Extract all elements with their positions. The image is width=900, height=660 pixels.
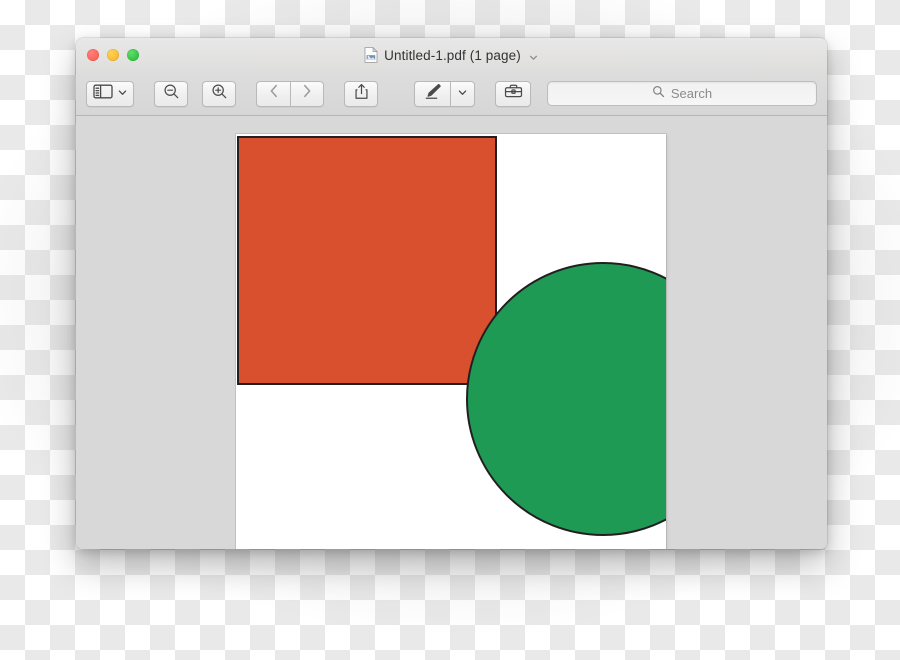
chevron-left-icon xyxy=(268,83,280,104)
maximize-window-button[interactable] xyxy=(127,49,139,61)
search-icon xyxy=(652,85,665,103)
main-toolbar: Search xyxy=(76,72,827,116)
marker-pen-icon xyxy=(423,83,442,105)
zoom-in-button[interactable] xyxy=(202,80,236,107)
pdf-document-icon xyxy=(364,46,379,63)
markup-button[interactable] xyxy=(414,80,450,107)
search-input[interactable]: Search xyxy=(547,81,817,106)
window-title-group: Untitled-1.pdf (1 page) xyxy=(76,38,827,72)
document-content-area[interactable] xyxy=(76,116,827,549)
sidebar-toggle-button[interactable] xyxy=(86,80,134,107)
share-icon xyxy=(354,83,369,105)
title-chevron-down-icon[interactable] xyxy=(528,50,539,61)
next-page-button[interactable] xyxy=(290,80,324,107)
red-square-shape[interactable] xyxy=(237,136,497,385)
close-window-button[interactable] xyxy=(87,49,99,61)
zoom-out-button[interactable] xyxy=(154,80,188,107)
magnifier-plus-icon xyxy=(211,83,228,105)
markup-segmented-control xyxy=(414,80,475,107)
minimize-window-button[interactable] xyxy=(107,49,119,61)
toolbox-icon xyxy=(504,83,523,104)
magnifier-minus-icon xyxy=(163,83,180,105)
chevron-down-icon xyxy=(457,85,468,103)
search-placeholder-text: Search xyxy=(670,86,713,101)
preview-window: Untitled-1.pdf (1 page) Search xyxy=(76,38,827,549)
previous-page-button[interactable] xyxy=(256,80,290,107)
window-titlebar[interactable]: Untitled-1.pdf (1 page) xyxy=(76,38,827,72)
chevron-right-icon xyxy=(301,83,313,104)
markup-toolbar-button[interactable] xyxy=(495,80,531,107)
traffic-light-group xyxy=(87,49,139,61)
sidebar-icon xyxy=(92,84,113,104)
share-button[interactable] xyxy=(344,80,378,107)
markup-chevron-down-button[interactable] xyxy=(450,80,475,107)
sidebar-chevron-down-icon[interactable] xyxy=(117,85,128,103)
navigation-segmented-control xyxy=(256,80,324,107)
window-title-text: Untitled-1.pdf (1 page) xyxy=(384,47,521,63)
pdf-page-1[interactable] xyxy=(236,134,666,549)
